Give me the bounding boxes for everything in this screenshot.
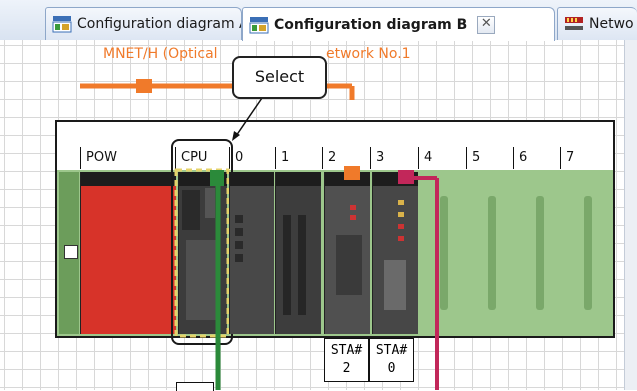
select-callout: Select — [232, 56, 327, 99]
